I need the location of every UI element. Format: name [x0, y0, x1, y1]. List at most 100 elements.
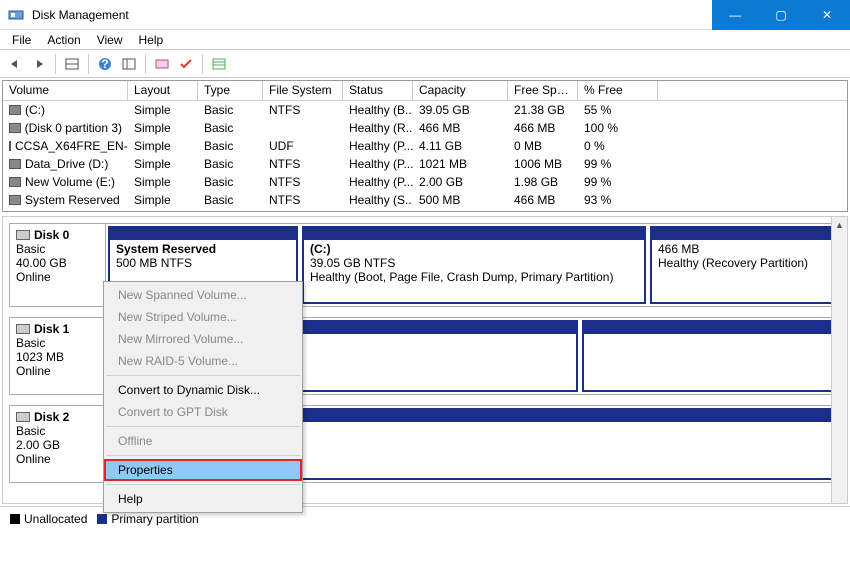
menu-view[interactable]: View — [89, 31, 131, 49]
menubar: FileActionViewHelp — [0, 30, 850, 50]
context-menu-separator — [106, 455, 300, 456]
cell-capacity: 466 MB — [413, 120, 508, 136]
cell-free: 21.38 GB — [508, 102, 578, 118]
column-header[interactable]: Free Spa... — [508, 81, 578, 100]
cell-layout: Simple — [128, 156, 198, 172]
volume-icon — [9, 159, 21, 169]
view-panels-button[interactable] — [61, 53, 83, 75]
app-icon — [6, 5, 26, 25]
menu-help[interactable]: Help — [131, 31, 172, 49]
cell-layout: Simple — [128, 174, 198, 190]
cell-status: Healthy (B... — [343, 102, 413, 118]
volume-icon — [9, 123, 21, 133]
cell-fs: NTFS — [263, 102, 343, 118]
volume-icon — [9, 195, 21, 205]
titlebar: Disk Management — ▢ ✕ — [0, 0, 850, 30]
scroll-up-icon[interactable]: ▲ — [832, 217, 847, 233]
cell-capacity: 500 MB — [413, 192, 508, 208]
volume-row[interactable]: Data_Drive (D:)SimpleBasicNTFSHealthy (P… — [3, 155, 847, 173]
context-menu-separator — [106, 484, 300, 485]
context-menu-separator — [106, 426, 300, 427]
cell-type: Basic — [198, 120, 263, 136]
partition[interactable] — [582, 320, 838, 392]
volume-row[interactable]: New Volume (E:)SimpleBasicNTFSHealthy (P… — [3, 173, 847, 191]
cell-free: 466 MB — [508, 192, 578, 208]
cell-free: 0 MB — [508, 138, 578, 154]
menu-file[interactable]: File — [4, 31, 39, 49]
refresh-button[interactable] — [151, 53, 173, 75]
cell-free: 466 MB — [508, 120, 578, 136]
column-header[interactable]: File System — [263, 81, 343, 100]
cell-layout: Simple — [128, 102, 198, 118]
partition[interactable]: (C:)39.05 GB NTFSHealthy (Boot, Page Fil… — [302, 226, 646, 304]
column-header[interactable]: Type — [198, 81, 263, 100]
column-header[interactable]: Status — [343, 81, 413, 100]
cell-fs: NTFS — [263, 156, 343, 172]
disk-icon — [16, 230, 30, 240]
volume-list: VolumeLayoutTypeFile SystemStatusCapacit… — [2, 80, 848, 212]
context-menu-item: Convert to GPT Disk — [104, 401, 302, 423]
cell-type: Basic — [198, 174, 263, 190]
cell-type: Basic — [198, 102, 263, 118]
cell-pfree: 99 % — [578, 174, 658, 190]
volume-icon — [9, 177, 21, 187]
column-header[interactable]: Capacity — [413, 81, 508, 100]
cell-status: Healthy (S... — [343, 192, 413, 208]
volume-row[interactable]: (Disk 0 partition 3)SimpleBasicHealthy (… — [3, 119, 847, 137]
context-menu-item: New Mirrored Volume... — [104, 328, 302, 350]
scrollbar[interactable]: ▲ — [831, 217, 847, 503]
column-header[interactable]: % Free — [578, 81, 658, 100]
maximize-button[interactable]: ▢ — [758, 0, 804, 30]
legend-unallocated: Unallocated — [10, 512, 87, 526]
column-header[interactable]: Volume — [3, 81, 128, 100]
context-menu-item[interactable]: Properties — [104, 459, 302, 481]
context-menu-item[interactable]: Convert to Dynamic Disk... — [104, 379, 302, 401]
cell-free: 1.98 GB — [508, 174, 578, 190]
cell-free: 1006 MB — [508, 156, 578, 172]
settings-button[interactable] — [118, 53, 140, 75]
disk-info[interactable]: Disk 0Basic40.00 GBOnline — [10, 224, 106, 306]
cell-layout: Simple — [128, 192, 198, 208]
disk-icon — [16, 324, 30, 334]
partition[interactable]: 466 MBHealthy (Recovery Partition) — [650, 226, 838, 304]
volume-list-header: VolumeLayoutTypeFile SystemStatusCapacit… — [3, 81, 847, 101]
cell-volume: Data_Drive (D:) — [3, 156, 128, 172]
cell-layout: Simple — [128, 138, 198, 154]
cell-layout: Simple — [128, 120, 198, 136]
forward-button[interactable] — [28, 53, 50, 75]
list-button[interactable] — [208, 53, 230, 75]
cell-capacity: 2.00 GB — [413, 174, 508, 190]
svg-text:?: ? — [101, 57, 108, 71]
check-button[interactable] — [175, 53, 197, 75]
cell-fs — [263, 127, 343, 129]
cell-pfree: 100 % — [578, 120, 658, 136]
cell-capacity: 39.05 GB — [413, 102, 508, 118]
cell-status: Healthy (R... — [343, 120, 413, 136]
volume-row[interactable]: System ReservedSimpleBasicNTFSHealthy (S… — [3, 191, 847, 209]
cell-type: Basic — [198, 192, 263, 208]
cell-status: Healthy (P... — [343, 156, 413, 172]
cell-pfree: 99 % — [578, 156, 658, 172]
help-button[interactable]: ? — [94, 53, 116, 75]
disk-info[interactable]: Disk 2Basic2.00 GBOnline — [10, 406, 106, 482]
context-menu-item: Offline — [104, 430, 302, 452]
disk-icon — [16, 412, 30, 422]
volume-row[interactable]: (C:)SimpleBasicNTFSHealthy (B...39.05 GB… — [3, 101, 847, 119]
cell-pfree: 93 % — [578, 192, 658, 208]
menu-action[interactable]: Action — [39, 31, 88, 49]
cell-status: Healthy (P... — [343, 138, 413, 154]
context-menu-separator — [106, 375, 300, 376]
column-header[interactable]: Layout — [128, 81, 198, 100]
context-menu-item[interactable]: Help — [104, 488, 302, 510]
cell-pfree: 55 % — [578, 102, 658, 118]
volume-icon — [9, 141, 11, 151]
cell-type: Basic — [198, 138, 263, 154]
minimize-button[interactable]: — — [712, 0, 758, 30]
close-button[interactable]: ✕ — [804, 0, 850, 30]
cell-volume: System Reserved — [3, 192, 128, 208]
volume-row[interactable]: CCSA_X64FRE_EN-...SimpleBasicUDFHealthy … — [3, 137, 847, 155]
disk-info[interactable]: Disk 1Basic1023 MBOnline — [10, 318, 106, 394]
context-menu-item: New Spanned Volume... — [104, 284, 302, 306]
back-button[interactable] — [4, 53, 26, 75]
legend-primary: Primary partition — [97, 512, 198, 526]
